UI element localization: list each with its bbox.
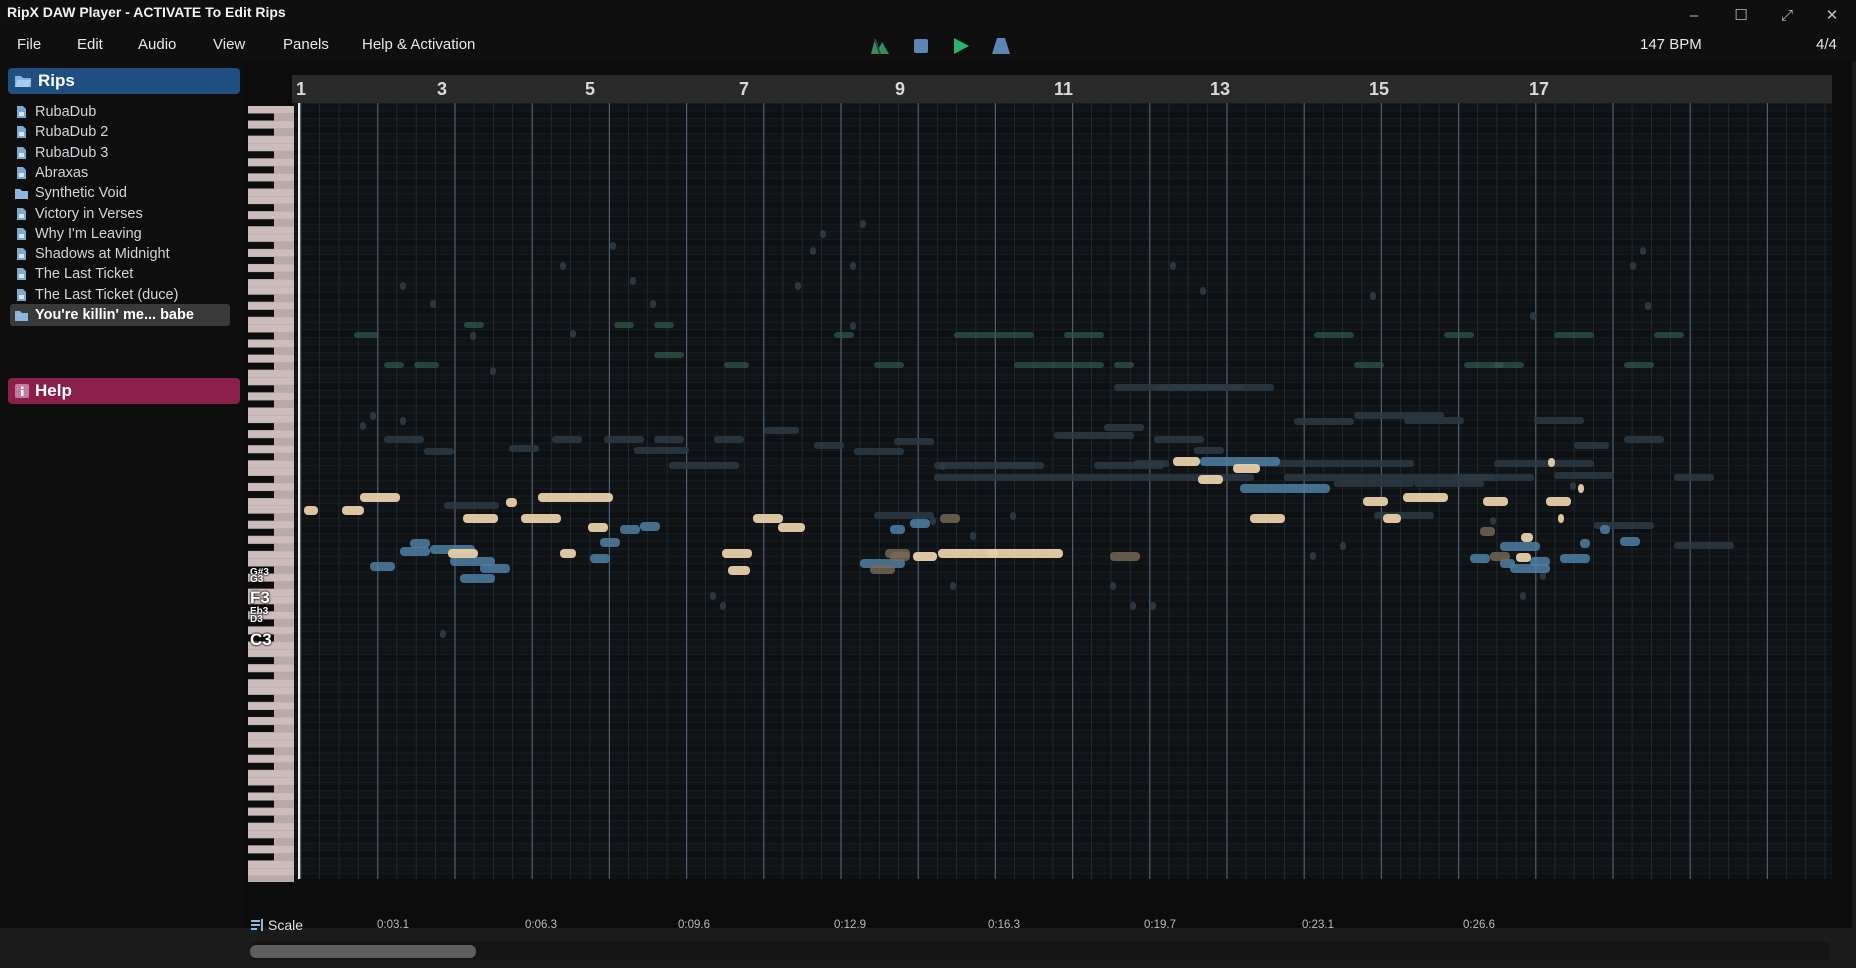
bar-number: 7 (739, 79, 750, 99)
help-section-header[interactable]: Help (8, 378, 240, 404)
rip-item-label: The Last Ticket (35, 266, 134, 283)
time-label: 0:09.6 (678, 919, 710, 931)
rip-item[interactable]: Victory in Verses (10, 203, 230, 225)
bar-number: 17 (1529, 79, 1550, 99)
bar-number: 1 (296, 79, 307, 99)
menu-panels[interactable]: Panels (283, 36, 329, 53)
rip-item-label: Why I'm Leaving (35, 225, 142, 242)
rip-item[interactable]: Shadows at Midnight (10, 243, 230, 265)
menu-help-activation[interactable]: Help & Activation (362, 36, 475, 53)
horizontal-scroll-track[interactable] (250, 942, 1830, 960)
rip-item-label: Synthetic Void (35, 185, 127, 202)
info-icon (15, 384, 29, 398)
bar-number: 11 (1054, 79, 1074, 99)
rip-item[interactable]: The Last Ticket (duce) (10, 284, 230, 306)
note-grid[interactable] (294, 103, 1832, 879)
metronome-icon[interactable] (989, 34, 1013, 58)
file-icon (14, 246, 28, 262)
rip-item-label: RubaDub 2 (35, 124, 109, 141)
time-label: 0:23.1 (1302, 919, 1334, 931)
time-label: 0:26.6 (1463, 919, 1495, 931)
file-icon (14, 145, 28, 161)
rip-item-label: RubaDub 3 (35, 144, 109, 161)
scale-button[interactable]: Scale (250, 917, 303, 933)
file-icon (14, 206, 28, 222)
sidebar: Rips RubaDub RubaDub 2 RubaDub 3 Abraxas Syn… (0, 62, 244, 928)
menu-edit[interactable]: Edit (77, 36, 103, 53)
fullscreen-icon[interactable]: ⤢ (1769, 2, 1805, 28)
title-bar: RipX DAW Player - ACTIVATE To Edit Rips … (0, 0, 1856, 28)
bar-ruler[interactable]: 1 3 5 7 9 11 13 15 17 (292, 75, 1832, 103)
bar-number: 9 (895, 79, 906, 99)
maximize-icon[interactable]: ☐ (1723, 2, 1759, 28)
file-icon (14, 104, 28, 120)
folder-icon (14, 307, 28, 323)
rips-title: Rips (38, 71, 75, 90)
scale-label: Scale (268, 917, 304, 933)
menu-file[interactable]: File (17, 36, 41, 53)
piano-keyboard[interactable] (248, 106, 294, 882)
bar-number: 5 (585, 79, 596, 99)
bar-number: 3 (437, 79, 448, 99)
rip-item[interactable]: RubaDub (10, 101, 230, 123)
rip-item-label: Victory in Verses (35, 205, 143, 222)
rip-item[interactable]: You're killin' me... babe (10, 304, 230, 326)
window-title: RipX DAW Player - ACTIVATE To Edit Rips (7, 4, 286, 20)
key-label: D3 (250, 614, 263, 625)
time-label: 0:06.3 (525, 919, 557, 931)
rip-item[interactable]: The Last Ticket (10, 263, 230, 285)
time-label: 0:16.3 (988, 919, 1020, 931)
folder-open-icon (15, 76, 31, 87)
file-icon (14, 124, 28, 140)
rip-item[interactable]: RubaDub 2 (10, 121, 230, 143)
bpm-display[interactable]: 147 BPM (1640, 36, 1702, 53)
rip-item-label: You're killin' me... babe (35, 307, 194, 323)
bar-number: 15 (1369, 79, 1390, 99)
menu-bar: File Edit Audio View Panels Help & Activ… (0, 28, 1856, 62)
file-icon (14, 165, 28, 181)
key-label: G3 (250, 574, 264, 585)
piano-roll-editor: 1 3 5 7 9 11 13 15 17 G#3 G3 F3 Eb3 D3 C3 Scale 0:03.… (244, 62, 1852, 960)
time-label: 0:19.7 (1144, 919, 1176, 931)
time-label: 0:03.1 (377, 919, 409, 931)
rip-item[interactable]: Synthetic Void (10, 182, 230, 204)
bar-number: 13 (1210, 79, 1231, 99)
rip-item-label: RubaDub (35, 104, 97, 120)
rip-item-label: Abraxas (35, 164, 89, 181)
menu-view[interactable]: View (213, 36, 245, 53)
scale-icon (251, 919, 263, 931)
minimize-icon[interactable]: – (1676, 2, 1712, 28)
rips-section-header[interactable]: Rips (8, 68, 240, 94)
rip-item[interactable]: Why I'm Leaving (10, 223, 230, 245)
key-label: F3 (250, 588, 270, 607)
rip-item[interactable]: RubaDub 3 (10, 142, 230, 164)
play-icon[interactable] (949, 34, 973, 58)
key-label: C3 (250, 630, 272, 649)
rip-item-label: The Last Ticket (duce) (35, 286, 179, 303)
folder-icon (14, 185, 28, 201)
rip-item[interactable]: Abraxas (10, 162, 230, 184)
time-signature[interactable]: 4/4 (1816, 36, 1837, 53)
file-icon (14, 287, 28, 303)
close-icon[interactable]: ✕ (1814, 2, 1850, 28)
horizontal-scrollbar[interactable] (250, 945, 476, 958)
help-title: Help (35, 381, 72, 400)
file-icon (14, 266, 28, 282)
rip-item-label: Shadows at Midnight (35, 246, 170, 263)
stop-icon[interactable] (909, 34, 933, 58)
menu-audio[interactable]: Audio (138, 36, 176, 53)
harmonic-icon[interactable] (868, 34, 892, 58)
file-icon (14, 226, 28, 242)
time-label: 0:12.9 (834, 919, 866, 931)
